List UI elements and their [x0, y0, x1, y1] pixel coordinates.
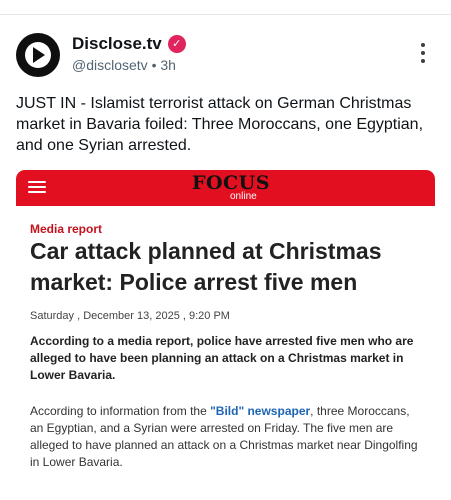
top-divider: [0, 14, 451, 15]
avatar[interactable]: [16, 33, 60, 77]
play-logo-icon: [33, 47, 45, 63]
article-date: Saturday , December 13, 2025 , 9:20 PM: [30, 310, 230, 322]
more-vertical-icon-dot: [421, 59, 425, 63]
author-name-row: Disclose.tv ✓: [72, 33, 186, 55]
body-text-before: According to information from the: [30, 404, 211, 418]
author-handle[interactable]: @disclosetv: [72, 57, 148, 73]
focus-online-logo[interactable]: FOCUS online: [192, 172, 272, 204]
article-kicker: Media report: [30, 222, 103, 236]
hamburger-menu-icon[interactable]: [28, 179, 46, 195]
article-card[interactable]: FOCUS online Media report Car attack pla…: [16, 170, 435, 500]
post-time[interactable]: 3h: [160, 57, 176, 73]
more-vertical-icon: [421, 43, 425, 47]
article-body: According to information from the "Bild"…: [30, 403, 425, 471]
more-options-button[interactable]: [416, 40, 430, 66]
logo-sub-text: online: [230, 191, 257, 202]
verified-badge-icon: ✓: [167, 35, 186, 53]
focus-header-bar: FOCUS online: [16, 170, 435, 206]
post-text: JUST IN - Islamist terrorist attack on G…: [16, 95, 424, 154]
author-display-name[interactable]: Disclose.tv: [72, 34, 162, 54]
bild-newspaper-link[interactable]: "Bild" newspaper: [210, 404, 310, 418]
article-headline[interactable]: Car attack planned at Christmas market: …: [30, 236, 425, 298]
author-meta: @disclosetv • 3h: [72, 57, 176, 73]
more-vertical-icon-dot: [421, 51, 425, 55]
article-lead: According to a media report, police have…: [30, 334, 414, 382]
post-header: Disclose.tv ✓ @disclosetv • 3h: [16, 30, 436, 80]
meta-separator: •: [151, 57, 157, 73]
